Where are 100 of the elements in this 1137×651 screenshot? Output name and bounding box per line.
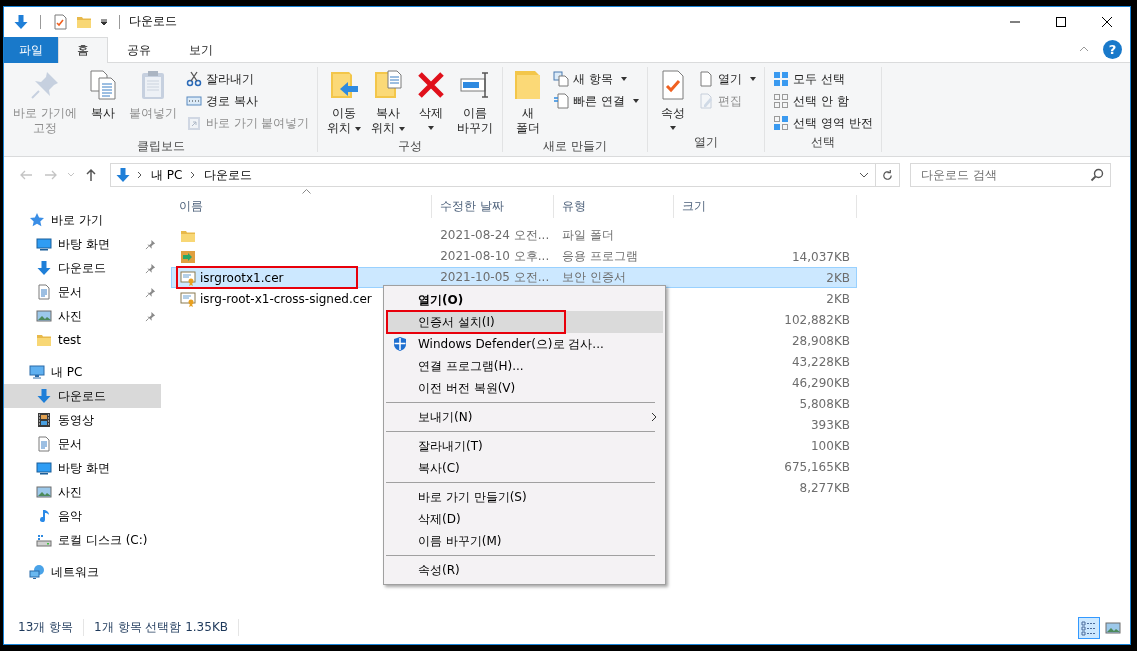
scissors-icon [185, 71, 202, 87]
dropdown-icon[interactable] [859, 172, 869, 178]
collapse-chevron-icon[interactable] [1079, 46, 1089, 52]
pin-icon [145, 238, 156, 250]
ribbon-button[interactable]: 새 항목 [550, 68, 643, 90]
menu-item[interactable]: 삭제(D) [386, 508, 663, 530]
size-cell: 102,882KB [784, 312, 850, 327]
ribbon-button[interactable]: 선택 영역 반전 [770, 112, 876, 134]
menu-item[interactable]: 열기(O) [386, 289, 663, 311]
column-header[interactable]: 크기 [674, 195, 857, 218]
size-cell: 43,228KB [791, 354, 850, 369]
menu-item[interactable]: 연결 프로그램(H)... [386, 355, 663, 377]
ribbon-button[interactable]: 복사 위치 [367, 67, 410, 138]
date-cell: 2021-10-05 오전... [440, 270, 550, 284]
size-cell: 393KB [811, 417, 850, 432]
date-cell: 2021-08-10 오후... [440, 249, 550, 263]
shield-icon [392, 336, 408, 352]
dropdown-icon[interactable] [100, 17, 108, 26]
group-label: 새로 만들기 [542, 138, 609, 155]
size-cell: 2KB [826, 270, 850, 285]
menu-item[interactable]: 속성(R) [386, 559, 663, 581]
nav-item[interactable]: test [4, 328, 161, 352]
status-text: 1개 항목 선택함 1.35KB [84, 619, 239, 636]
menu-item[interactable]: 이전 버전 복원(V) [386, 377, 663, 399]
page-icon [698, 71, 715, 87]
ribbon-tab[interactable]: 공유 [108, 37, 170, 63]
nav-item[interactable]: 사진 [4, 480, 161, 504]
caret-icon [428, 126, 435, 130]
column-header[interactable]: 유형 [554, 195, 674, 218]
nav-item[interactable]: 다운로드 [4, 384, 161, 408]
size-cell: 28,908KB [791, 333, 850, 348]
file-row[interactable]: isrgrootx1.cer 2021-10-05 오전... 보안 인증서 2KB [171, 267, 857, 288]
ribbon-tab[interactable]: 파일 [4, 37, 58, 63]
menu-item[interactable]: 인증서 설치(I) [386, 311, 663, 333]
nav-item[interactable]: 바탕 화면 [4, 232, 161, 256]
view-button[interactable] [1078, 616, 1100, 639]
type-cell: 응용 프로그램 [561, 249, 638, 263]
download-arrow-icon [115, 167, 131, 183]
chevron-icon [137, 171, 143, 179]
search-field[interactable]: 다운로드 검색 [910, 163, 1111, 187]
nav-item[interactable]: 로컬 디스크 (C:) [4, 528, 161, 552]
ribbon-button[interactable]: 복사 [82, 67, 123, 123]
ribbon-button[interactable]: 이름 바꾸기 [453, 67, 498, 138]
menu-item[interactable]: Windows Defender(으)로 검사... [386, 333, 663, 355]
details-list-icon [1081, 619, 1097, 636]
ribbon-button[interactable]: 경로 복사 [182, 90, 313, 112]
column-header[interactable]: 수정한 날짜 [432, 195, 554, 218]
monitor-icon [36, 460, 52, 476]
nav-item[interactable]: 동영상 [4, 408, 161, 432]
nav-item[interactable]: 내 PC [4, 360, 161, 384]
group-label: 열기 [693, 134, 720, 151]
menu-item[interactable]: 바로 가기 만들기(S) [386, 486, 663, 508]
drive-icon [36, 532, 52, 548]
nav-item[interactable]: 다운로드 [4, 256, 161, 280]
ribbon-tab[interactable]: 홈 [58, 37, 108, 63]
ribbon-button[interactable]: 이동 위치 [323, 67, 366, 138]
picture-icon [1105, 619, 1121, 636]
breadcrumb[interactable]: 내 PC [149, 166, 185, 184]
ribbon-button[interactable]: 빠른 연결 [550, 90, 643, 112]
help-button[interactable]: ? [1103, 39, 1122, 59]
caret-icon [621, 77, 628, 81]
window-title: 다운로드 [129, 13, 177, 30]
nav-item[interactable]: 음악 [4, 504, 161, 528]
nav-item[interactable]: 바로 가기 [4, 208, 161, 232]
ribbon-button[interactable]: 새 폴더 [508, 67, 549, 138]
program-icon [180, 248, 196, 265]
nav-item[interactable]: 바탕 화면 [4, 456, 161, 480]
size-cell: 2KB [826, 291, 850, 306]
file-name: isrg-root-x1-cross-signed.cer [200, 291, 372, 306]
document-icon [36, 284, 52, 300]
breadcrumb[interactable]: 다운로드 [202, 166, 255, 184]
ribbon-button[interactable]: 삭제 [411, 67, 452, 132]
nav-item[interactable]: 사진 [4, 304, 161, 328]
ribbon-button[interactable]: 열기 [695, 68, 760, 90]
ribbon-button[interactable]: 모두 선택 [770, 68, 876, 90]
column-header[interactable]: 이름 [171, 195, 432, 218]
size-cell: 5,808KB [799, 396, 850, 411]
ribbon-tab[interactable]: 보기 [170, 37, 232, 63]
menu-item[interactable]: 이름 바꾸기(M) [386, 530, 663, 552]
ribbon-button[interactable]: 선택 안 함 [770, 90, 876, 112]
ribbon-button[interactable]: 잘라내기 [182, 68, 313, 90]
group-label: 구성 [397, 138, 424, 155]
certificate-icon [180, 269, 196, 286]
caret-icon [399, 126, 406, 131]
ribbon-button[interactable]: 속성 [653, 67, 694, 132]
size-cell: 8,277KB [799, 480, 850, 495]
nav-item[interactable]: 문서 [4, 432, 161, 456]
menu-item[interactable]: 잘라내기(T) [386, 435, 663, 457]
folder-icon [36, 332, 52, 348]
checked-page-icon [52, 13, 68, 30]
chevron-down-icon [67, 172, 75, 178]
menu-item[interactable]: 복사(C) [386, 457, 663, 479]
refresh-button[interactable] [876, 163, 900, 187]
chevron-icon [651, 412, 657, 422]
download-arrow-icon [36, 388, 52, 404]
picture-icon [36, 308, 52, 324]
menu-item[interactable]: 보내기(N) [386, 406, 663, 428]
address-field[interactable]: 내 PC 다운로드 [110, 163, 876, 187]
nav-item[interactable]: 네트워크 [4, 560, 161, 584]
nav-item[interactable]: 문서 [4, 280, 161, 304]
